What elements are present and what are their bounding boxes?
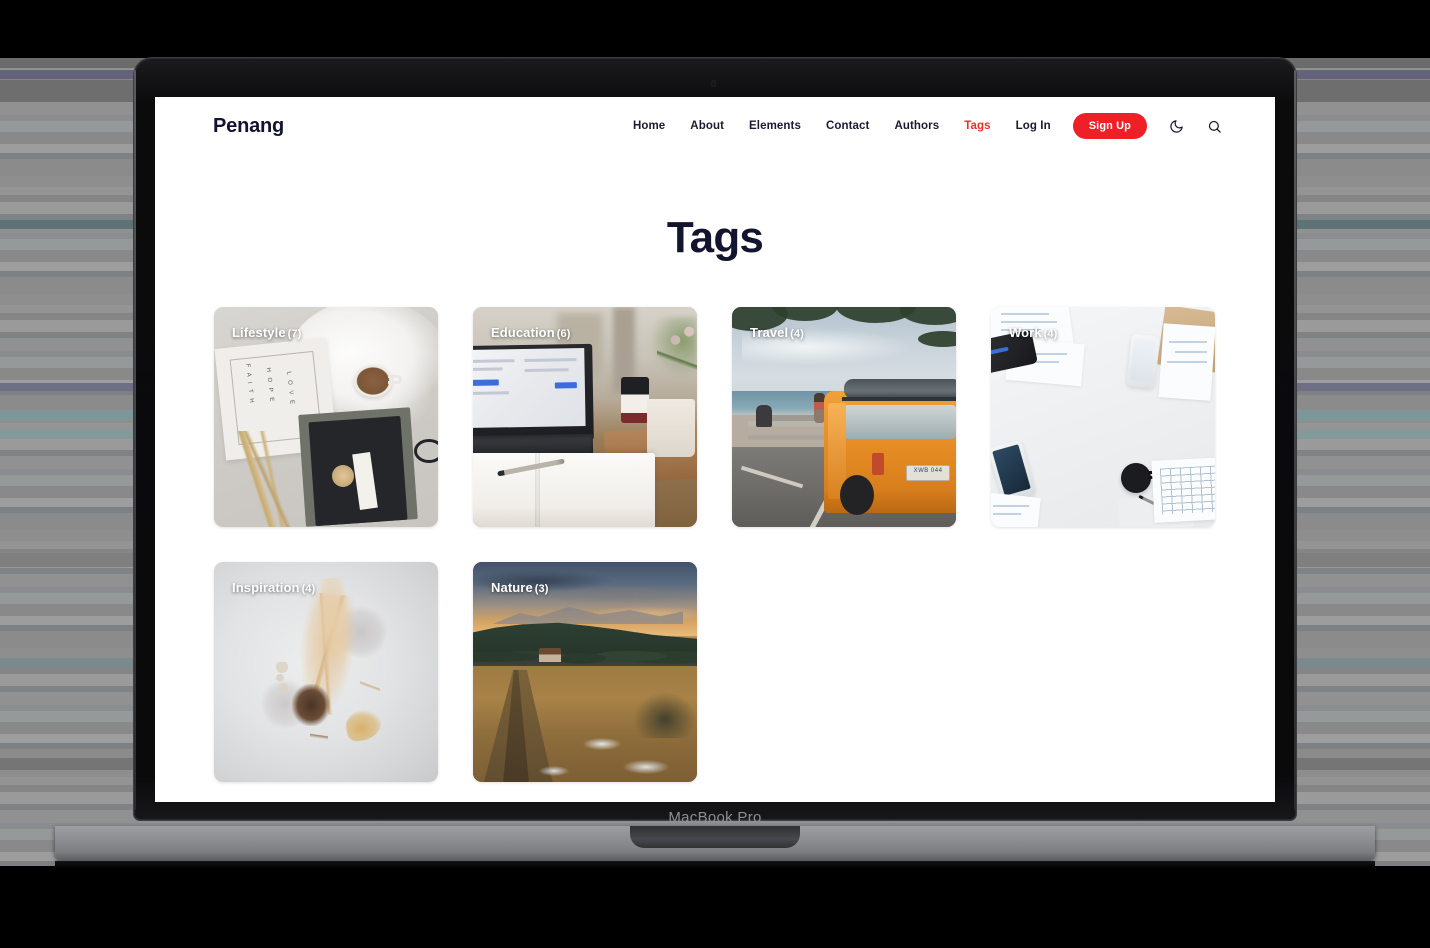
main-navigation: Home About Elements Contact Authors Tags… bbox=[633, 120, 1051, 132]
tag-name: Travel bbox=[750, 325, 789, 340]
nav-link-home[interactable]: Home bbox=[633, 120, 665, 132]
tag-image-lifestyle: F A I T H H O P E L O V E bbox=[214, 307, 438, 527]
tag-label-inspiration: Inspiration (4) bbox=[232, 580, 315, 595]
tag-image-nature bbox=[473, 562, 697, 782]
tag-name: Inspiration bbox=[232, 580, 300, 595]
website-viewport: Penang Home About Elements Contact Autho… bbox=[155, 97, 1275, 802]
nav-link-about[interactable]: About bbox=[690, 120, 724, 132]
tag-label-education: Education (6) bbox=[491, 325, 571, 340]
webcam-icon bbox=[711, 80, 716, 87]
site-logo[interactable]: Penang bbox=[213, 115, 284, 138]
tag-count: (4) bbox=[1043, 328, 1058, 340]
tag-label-lifestyle: Lifestyle (7) bbox=[232, 325, 301, 340]
tag-name: Lifestyle bbox=[232, 325, 286, 340]
nav-link-authors[interactable]: Authors bbox=[894, 120, 939, 132]
nav-link-tags[interactable]: Tags bbox=[964, 120, 990, 132]
nav-link-login[interactable]: Log In bbox=[1016, 120, 1051, 132]
nav-link-elements[interactable]: Elements bbox=[749, 120, 801, 132]
tag-count: (4) bbox=[301, 583, 316, 595]
laptop-base-shadow bbox=[55, 861, 1375, 869]
tag-label-nature: Nature (3) bbox=[491, 580, 549, 595]
tag-card-inspiration[interactable]: Inspiration (4) bbox=[214, 562, 438, 782]
van-license-plate: XWB 044 bbox=[913, 468, 943, 474]
tag-name: Nature bbox=[491, 580, 533, 595]
top-black-band bbox=[0, 0, 1430, 58]
tag-name: Education bbox=[491, 325, 555, 340]
tag-card-lifestyle[interactable]: F A I T H H O P E L O V E Lifestyle (7) bbox=[214, 307, 438, 527]
moon-icon[interactable] bbox=[1167, 117, 1185, 135]
tag-card-education[interactable]: Education (6) bbox=[473, 307, 697, 527]
laptop-lid-left-edge bbox=[134, 70, 136, 810]
laptop-screen: Penang Home About Elements Contact Autho… bbox=[155, 97, 1275, 802]
nav-link-contact[interactable]: Contact bbox=[826, 120, 870, 132]
tag-grid: F A I T H H O P E L O V E Lifestyle(7) bbox=[155, 307, 1275, 782]
tag-image-inspiration bbox=[214, 562, 438, 782]
tag-label-work: Work (4) bbox=[1009, 325, 1057, 340]
header-right-group: Home About Elements Contact Authors Tags… bbox=[633, 113, 1223, 139]
tag-count: (4) bbox=[790, 328, 804, 340]
tag-count: (3) bbox=[534, 583, 549, 595]
tag-image-education bbox=[473, 307, 697, 527]
tag-name: Work bbox=[1009, 325, 1042, 340]
bottom-black-band bbox=[0, 866, 1430, 948]
tag-count: (7) bbox=[287, 328, 302, 340]
tag-label-travel: Travel (4) bbox=[750, 325, 804, 340]
laptop-lid-right-edge bbox=[1294, 70, 1296, 810]
tag-count: (6) bbox=[556, 328, 571, 340]
tag-card-nature[interactable]: Nature (3) bbox=[473, 562, 697, 782]
device-model-label: MacBook Pro bbox=[668, 809, 762, 826]
sign-up-button[interactable]: Sign Up bbox=[1072, 113, 1147, 139]
search-icon[interactable] bbox=[1205, 117, 1223, 135]
tag-image-work bbox=[991, 307, 1215, 527]
screenshot-stage: Penang Home About Elements Contact Autho… bbox=[0, 0, 1430, 948]
tag-image-travel: XWB 044 bbox=[732, 307, 956, 527]
tag-card-work[interactable]: Work (4) bbox=[991, 307, 1215, 527]
page-title: Tags bbox=[666, 213, 764, 262]
site-header: Penang Home About Elements Contact Autho… bbox=[155, 97, 1275, 155]
tag-card-travel[interactable]: XWB 044 Travel (4) bbox=[732, 307, 956, 527]
laptop-base-notch bbox=[630, 826, 800, 848]
